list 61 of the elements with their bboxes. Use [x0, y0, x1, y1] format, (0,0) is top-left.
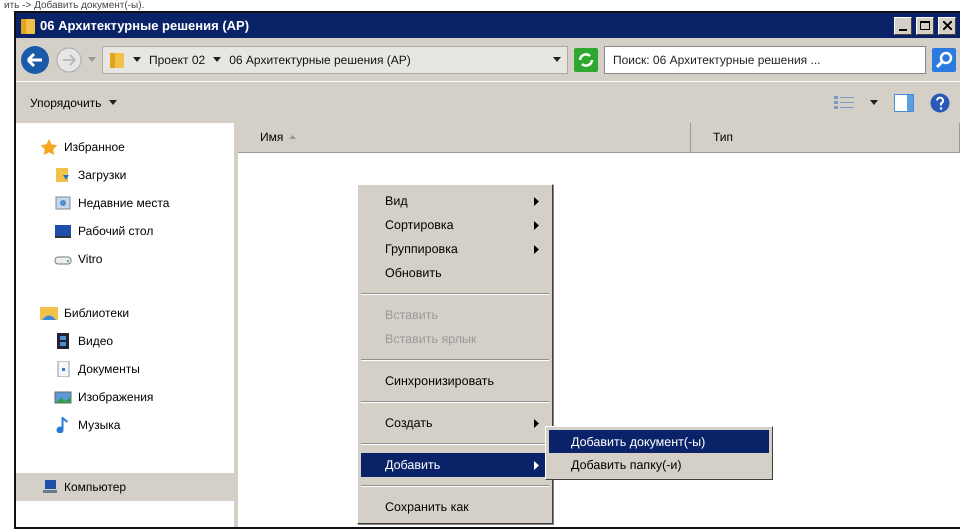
caret-icon	[553, 57, 561, 62]
nav-item[interactable]: Vitro	[16, 244, 234, 273]
minimize-icon	[899, 28, 907, 31]
help-icon[interactable]	[930, 92, 950, 113]
breadcrumb[interactable]: Проект 02	[149, 52, 206, 67]
menu-item[interactable]: Обновить	[361, 261, 549, 285]
video-icon	[54, 332, 72, 349]
close-button[interactable]	[938, 16, 956, 35]
submenu-arrow-icon	[534, 244, 539, 254]
nav-item[interactable]: Компьютер	[16, 472, 234, 501]
submenu-arrow-icon	[534, 196, 539, 206]
library-icon	[40, 304, 58, 321]
menu-item[interactable]: Группировка	[361, 237, 549, 261]
nav-item[interactable]: Избранное	[16, 132, 234, 161]
refresh-icon[interactable]	[574, 48, 598, 72]
menu-item[interactable]: Сохранить как	[361, 495, 549, 519]
back-button[interactable]	[20, 44, 50, 75]
nav-item[interactable]: Библиотеки	[16, 298, 234, 327]
preview-pane-icon[interactable]	[894, 94, 914, 112]
address-bar[interactable]: Проект 02 06 Архитектурные решения (АР)	[102, 46, 568, 74]
caret-icon	[870, 100, 878, 106]
desktop-icon	[54, 222, 72, 239]
search-icon[interactable]	[932, 48, 956, 72]
minimize-button[interactable]	[894, 16, 912, 35]
folder-icon	[109, 50, 125, 69]
nav-item[interactable]: Документы	[16, 354, 234, 383]
nav-item[interactable]: Рабочий стол	[16, 216, 234, 245]
search-field[interactable]: Поиск: 06 Архитектурные решения ...	[604, 46, 926, 74]
caret-icon	[213, 57, 222, 62]
menu-item[interactable]: Сортировка	[361, 213, 549, 237]
menu-item[interactable]: Добавить папку(-и)	[549, 453, 769, 476]
nav-item[interactable]: Музыка	[16, 410, 234, 439]
image-icon	[54, 388, 72, 405]
column-header[interactable]: Тип	[691, 122, 960, 152]
caret-icon	[109, 100, 118, 106]
window-title: 06 Архитектурные решения (АР)	[40, 18, 250, 34]
menu-item[interactable]: Вид	[361, 189, 549, 213]
folder-download-icon	[54, 166, 72, 183]
menu-item[interactable]: Добавить документ(-ы)	[549, 430, 769, 453]
nav-item[interactable]: Видео	[16, 326, 234, 355]
close-icon	[942, 21, 952, 30]
organize-button[interactable]: Упорядочить	[26, 92, 122, 114]
nav-item[interactable]: Изображения	[16, 382, 234, 411]
folder-icon	[20, 16, 36, 35]
submenu-arrow-icon	[534, 220, 539, 230]
caret-icon	[133, 57, 141, 62]
submenu-arrow-icon	[534, 418, 539, 428]
breadcrumb[interactable]: 06 Архитектурные решения (АР)	[229, 52, 411, 67]
nav-item[interactable]: Загрузки	[16, 160, 234, 189]
nav-item[interactable]: Недавние места	[16, 188, 234, 217]
menu-item[interactable]: Создать	[361, 411, 549, 435]
maximize-button[interactable]	[916, 16, 934, 35]
sort-arrow-icon	[289, 135, 296, 140]
menu-item[interactable]: Синхронизировать	[361, 369, 549, 393]
star-icon	[40, 138, 58, 155]
caption-text: ить -> Добавить документ(-ы).	[3, 0, 146, 11]
column-header[interactable]: Имя	[238, 122, 691, 152]
maximize-icon	[920, 21, 930, 30]
submenu-arrow-icon	[534, 460, 539, 470]
recent-places-icon	[54, 194, 72, 211]
computer-icon	[40, 478, 58, 495]
